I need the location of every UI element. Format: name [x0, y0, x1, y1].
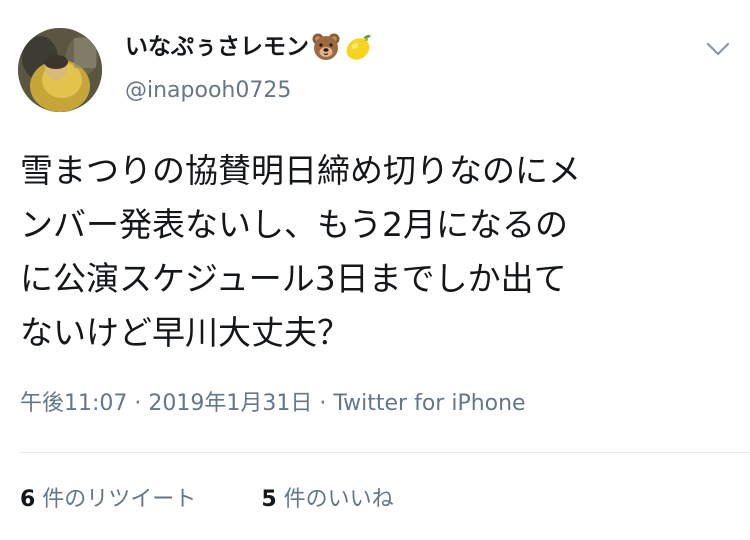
display-name-text: いなぷぅさレモン [125, 34, 309, 60]
lemon-icon [346, 34, 371, 60]
tweet-text-line: ないけど早川大丈夫？ [20, 313, 350, 352]
tweet-meta: 午後11:07 · 2019年1月31日 · Twitter for iPhon… [20, 387, 526, 421]
tweet-card: いなぷぅさレモン @inapooh0725 雪まつりの協賛明日締め切りなのにメ … [0, 0, 750, 540]
chevron-down-icon[interactable] [704, 38, 732, 60]
likes-count: 5 [261, 487, 277, 512]
avatar-photo [18, 28, 102, 112]
tweet-date[interactable]: 2019年1月31日 [148, 391, 312, 416]
avatar[interactable] [18, 28, 102, 112]
retweets-label: 件のリツイート [35, 487, 197, 512]
tweet-text: 雪まつりの協賛明日締め切りなのにメ ンバー発表ないし、もう2月になるの に公演ス… [20, 144, 732, 360]
meta-separator: · [127, 391, 149, 416]
tweet-source[interactable]: Twitter for iPhone [333, 391, 525, 416]
bear-face-icon [312, 33, 340, 60]
divider [20, 452, 750, 453]
display-name[interactable]: いなぷぅさレモン [125, 30, 373, 64]
likes-label: 件のいいね [276, 487, 394, 512]
tweet-text-line: ンバー発表ないし、もう2月になるの [20, 205, 569, 244]
retweets-stat[interactable]: 6 件のリツイート [20, 483, 196, 517]
tweet-stats: 6 件のリツイート 5 件のいいね [20, 483, 394, 517]
likes-stat[interactable]: 5 件のいいね [261, 483, 393, 517]
retweets-count: 6 [20, 487, 36, 512]
tweet-text-line: に公演スケジュール3日までしか出て [20, 259, 567, 298]
tweet-text-line: 雪まつりの協賛明日締め切りなのにメ [20, 151, 581, 190]
meta-separator: · [312, 391, 334, 416]
user-handle[interactable]: @inapooh0725 [125, 76, 291, 106]
tweet-time[interactable]: 午後11:07 [20, 391, 127, 416]
